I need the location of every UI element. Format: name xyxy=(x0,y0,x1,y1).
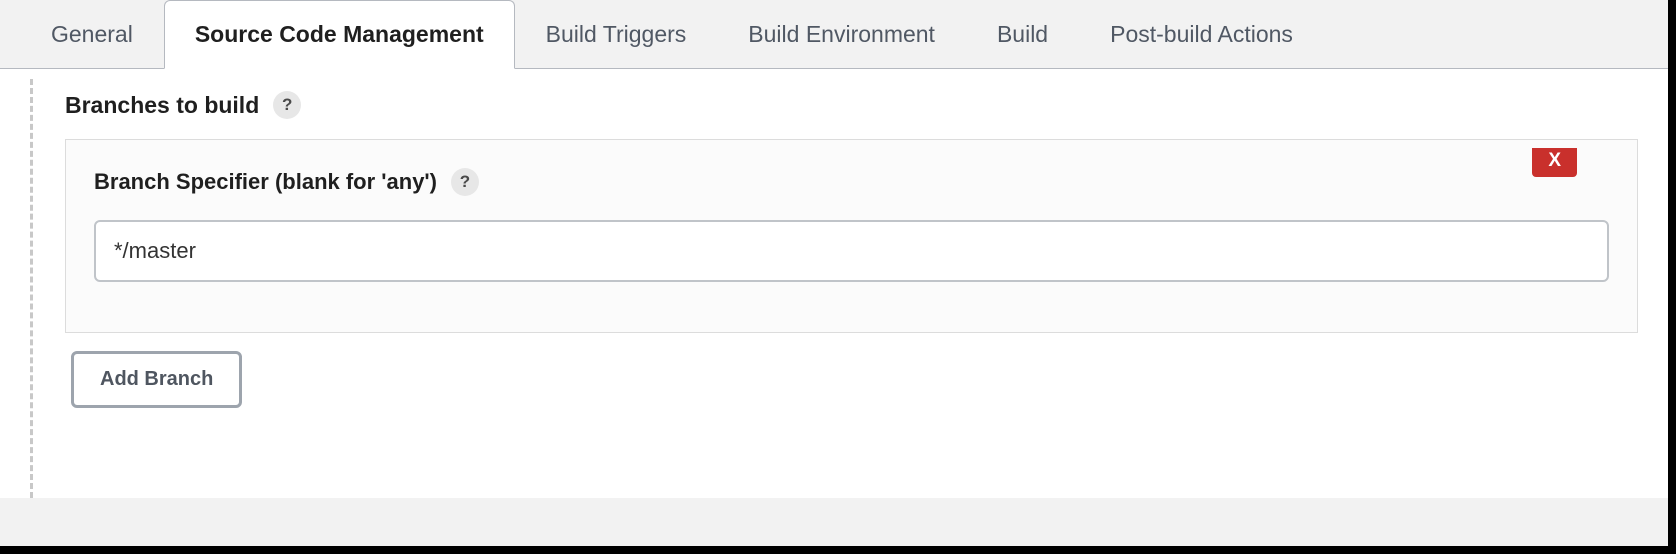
branches-section-header: Branches to build ? xyxy=(65,91,1638,119)
config-tabs: General Source Code Management Build Tri… xyxy=(0,0,1668,68)
delete-branch-button[interactable]: X xyxy=(1532,148,1577,177)
branch-specifier-label: Branch Specifier (blank for 'any') xyxy=(94,169,437,195)
tab-build[interactable]: Build xyxy=(966,0,1079,68)
tab-build-environment[interactable]: Build Environment xyxy=(717,0,966,68)
content-panel: Branches to build ? X Branch Specifier (… xyxy=(0,68,1668,498)
branch-specifier-input[interactable] xyxy=(94,220,1609,282)
help-icon[interactable]: ? xyxy=(451,168,479,196)
tab-build-triggers[interactable]: Build Triggers xyxy=(515,0,718,68)
tab-post-build-actions[interactable]: Post-build Actions xyxy=(1079,0,1324,68)
help-icon[interactable]: ? xyxy=(273,91,301,119)
tab-general[interactable]: General xyxy=(20,0,164,68)
branch-specifier-label-row: Branch Specifier (blank for 'any') ? xyxy=(94,168,1609,196)
branch-specifier-block: X Branch Specifier (blank for 'any') ? xyxy=(65,139,1638,333)
branches-section-title: Branches to build xyxy=(65,92,259,119)
section-guide-line xyxy=(30,79,33,498)
add-branch-button[interactable]: Add Branch xyxy=(71,351,242,408)
tab-source-code-management[interactable]: Source Code Management xyxy=(164,0,515,69)
